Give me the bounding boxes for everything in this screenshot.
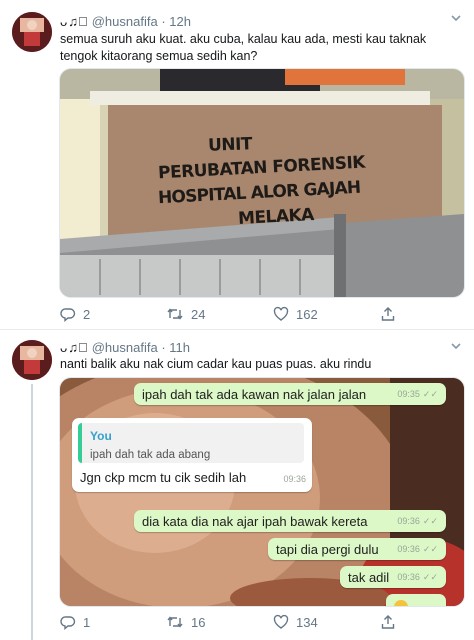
message-time: 09:36 (283, 474, 306, 484)
like-count: 134 (296, 614, 318, 630)
handle-glyphs: ᴗ♫⃝ (60, 14, 89, 29)
tweet-1[interactable]: ᴗ♫⃝ @husnafifa · 12h semua suruh aku kuat… (0, 0, 474, 330)
tweet-header: ᴗ♫⃝ @husnafifa · 11h (60, 340, 190, 355)
message-time: 09:36 (397, 516, 420, 526)
thread-line (31, 384, 33, 640)
share-button[interactable] (380, 306, 396, 322)
retweet-button[interactable]: 16 (166, 614, 205, 630)
tweet-text: nanti balik aku nak cium cadar kau puas … (60, 357, 372, 371)
read-ticks-icon: ✓✓ (422, 388, 438, 399)
like-count: 162 (296, 306, 318, 322)
chat-message-2[interactable]: You ipah dah tak ada abang Jgn ckp mcm t… (72, 418, 312, 492)
chat-message-4[interactable]: tapi dia pergi dulu 09:36 ✓✓ (268, 538, 446, 560)
heart-icon (273, 306, 289, 321)
chevron-down-icon[interactable] (450, 340, 462, 355)
retweet-button[interactable]: 24 (166, 306, 205, 322)
chevron-down-icon[interactable] (450, 12, 462, 27)
avatar[interactable] (12, 12, 52, 52)
timestamp[interactable]: 11h (169, 340, 190, 355)
share-button[interactable] (380, 614, 396, 630)
message-text: tak adil (348, 569, 390, 585)
sign-line-1: UNIT (207, 134, 253, 156)
tweet-photo[interactable]: UNIT PERUBATAN FORENSIK HOSPITAL ALOR GA… (59, 68, 465, 298)
separator: · (161, 14, 166, 29)
quote-author: You (90, 429, 112, 443)
share-icon (381, 307, 395, 321)
reply-button[interactable]: 2 (60, 306, 90, 322)
chat-message-3[interactable]: dia kata dia nak ajar ipah bawak kereta … (134, 510, 446, 532)
emoji-icon (394, 600, 408, 606)
message-time: 09:35 (397, 389, 420, 399)
separator: · (161, 340, 166, 355)
quote-text: ipah dah tak ada abang (90, 449, 211, 461)
message-time: 09:36 (397, 572, 420, 582)
tweet-2[interactable]: ᴗ♫⃝ @husnafifa · 11h nanti balik aku nak … (0, 330, 474, 640)
reply-count: 1 (83, 614, 91, 630)
chat-message-6-partial[interactable] (386, 594, 446, 606)
read-ticks-icon: ✓✓ (422, 571, 438, 582)
reply-button[interactable]: 1 (60, 614, 90, 630)
handle[interactable]: @husnafifa (92, 340, 158, 355)
sign-line-4: MELAKA (237, 205, 315, 229)
message-text: tapi dia pergi dulu (276, 541, 379, 557)
reply-icon (60, 308, 76, 322)
retweet-icon (167, 308, 183, 320)
retweet-count: 16 (191, 614, 206, 630)
reply-count: 2 (83, 306, 91, 322)
timestamp[interactable]: 12h (169, 14, 191, 29)
retweet-icon (167, 616, 183, 628)
handle-glyphs: ᴗ♫⃝ (60, 340, 89, 355)
avatar[interactable] (12, 340, 52, 380)
share-icon (381, 615, 395, 629)
tweet-photo[interactable]: ipah dah tak ada kawan nak jalan jalan 0… (59, 377, 465, 607)
heart-icon (273, 614, 289, 629)
message-time: 09:36 (397, 544, 420, 554)
tweet-actions: 1 16 134 (60, 614, 440, 632)
like-button[interactable]: 162 (273, 306, 318, 322)
handle[interactable]: @husnafifa (92, 14, 158, 29)
chat-message-5[interactable]: tak adil 09:36 ✓✓ (340, 566, 446, 588)
retweet-count: 24 (191, 306, 206, 322)
reply-icon (60, 616, 76, 630)
tweet-actions: 2 24 162 (60, 306, 440, 324)
message-text: Jgn ckp mcm tu cik sedih lah (80, 470, 247, 485)
read-ticks-icon: ✓✓ (422, 543, 438, 554)
message-text: ipah dah tak ada kawan nak jalan jalan (142, 386, 367, 402)
message-text: dia kata dia nak ajar ipah bawak kereta (142, 513, 368, 529)
read-ticks-icon: ✓✓ (422, 515, 438, 526)
chat-message-1[interactable]: ipah dah tak ada kawan nak jalan jalan 0… (134, 383, 446, 405)
like-button[interactable]: 134 (273, 614, 318, 630)
tweet-text: semua suruh aku kuat. aku cuba, kalau ka… (60, 32, 427, 63)
tweet-header: ᴗ♫⃝ @husnafifa · 12h (60, 14, 191, 29)
quoted-reply[interactable]: You ipah dah tak ada abang (78, 423, 304, 463)
